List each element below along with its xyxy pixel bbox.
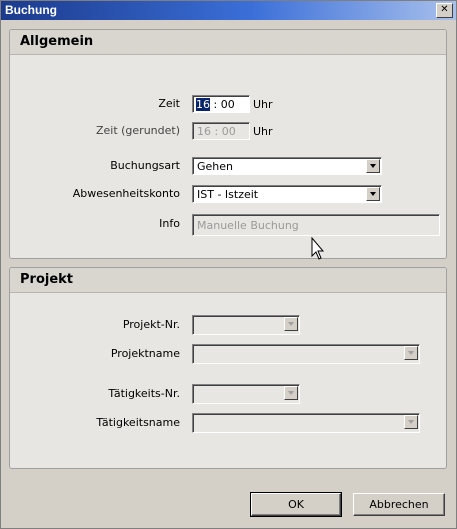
group-allgemein-header: Allgemein bbox=[10, 30, 446, 55]
zeit-gerundet-input: 16 : 00 bbox=[192, 122, 250, 140]
zeit-gerundet-unit: Uhr bbox=[253, 125, 273, 138]
mouse-pointer-icon bbox=[311, 237, 325, 260]
taetigkeits-nr-label: Tätigkeits-Nr. bbox=[108, 387, 180, 400]
chevron-down-icon bbox=[404, 415, 418, 429]
info-input: Manuelle Buchung bbox=[192, 214, 440, 236]
ok-button[interactable]: OK bbox=[250, 492, 342, 517]
chevron-down-icon bbox=[284, 386, 298, 400]
buchungsart-select[interactable]: Gehen bbox=[192, 157, 382, 175]
taetigkeitsname-label: Tätigkeitsname bbox=[96, 416, 180, 429]
projektname-label: Projektname bbox=[110, 347, 180, 360]
zeit-hours: 16 bbox=[196, 98, 210, 111]
group-projekt: Projekt Projekt-Nr. Projektname Tätigkei… bbox=[9, 267, 447, 469]
taetigkeitsname-select bbox=[192, 413, 420, 433]
taetigkeits-nr-select bbox=[192, 384, 300, 404]
buchungsart-value: Gehen bbox=[197, 160, 234, 173]
info-label: Info bbox=[159, 217, 180, 230]
info-value: Manuelle Buchung bbox=[197, 219, 299, 232]
chevron-down-icon bbox=[404, 346, 418, 360]
chevron-down-icon[interactable] bbox=[366, 187, 380, 201]
cancel-button[interactable]: Abbrechen bbox=[353, 493, 445, 516]
abwesenheitskonto-label: Abwesenheitskonto bbox=[72, 187, 180, 200]
close-button[interactable]: ✕ bbox=[436, 3, 453, 18]
group-projekt-header: Projekt bbox=[10, 268, 446, 293]
projekt-nr-select bbox=[192, 315, 300, 335]
projektname-select bbox=[192, 344, 420, 364]
buchungsart-label: Buchungsart bbox=[110, 159, 180, 172]
zeit-unit: Uhr bbox=[253, 98, 273, 111]
group-allgemein-title: Allgemein bbox=[20, 34, 94, 49]
group-projekt-title: Projekt bbox=[20, 272, 74, 287]
group-allgemein: Allgemein Zeit 16 : 00 Uhr Zeit (gerunde… bbox=[9, 29, 447, 259]
abwesenheitskonto-value: IST - Istzeit bbox=[197, 188, 259, 201]
projekt-nr-label: Projekt-Nr. bbox=[122, 318, 180, 331]
title-bar[interactable]: Buchung ✕ bbox=[1, 1, 456, 20]
zeit-label: Zeit bbox=[158, 97, 180, 110]
booking-dialog: Buchung ✕ Allgemein Zeit 16 : 00 Uhr Zei… bbox=[0, 0, 457, 529]
window-title: Buchung bbox=[5, 3, 57, 17]
zeit-separator: : bbox=[213, 98, 218, 111]
chevron-down-icon bbox=[284, 317, 298, 331]
chevron-down-icon[interactable] bbox=[366, 159, 380, 173]
close-icon: ✕ bbox=[440, 4, 449, 15]
abwesenheitskonto-select[interactable]: IST - Istzeit bbox=[192, 185, 382, 203]
zeit-gerundet-value: 16 : 00 bbox=[197, 125, 236, 138]
zeit-input[interactable]: 16 : 00 bbox=[192, 95, 250, 113]
zeit-minutes: 00 bbox=[220, 98, 235, 111]
zeit-gerundet-label: Zeit (gerundet) bbox=[95, 124, 180, 137]
